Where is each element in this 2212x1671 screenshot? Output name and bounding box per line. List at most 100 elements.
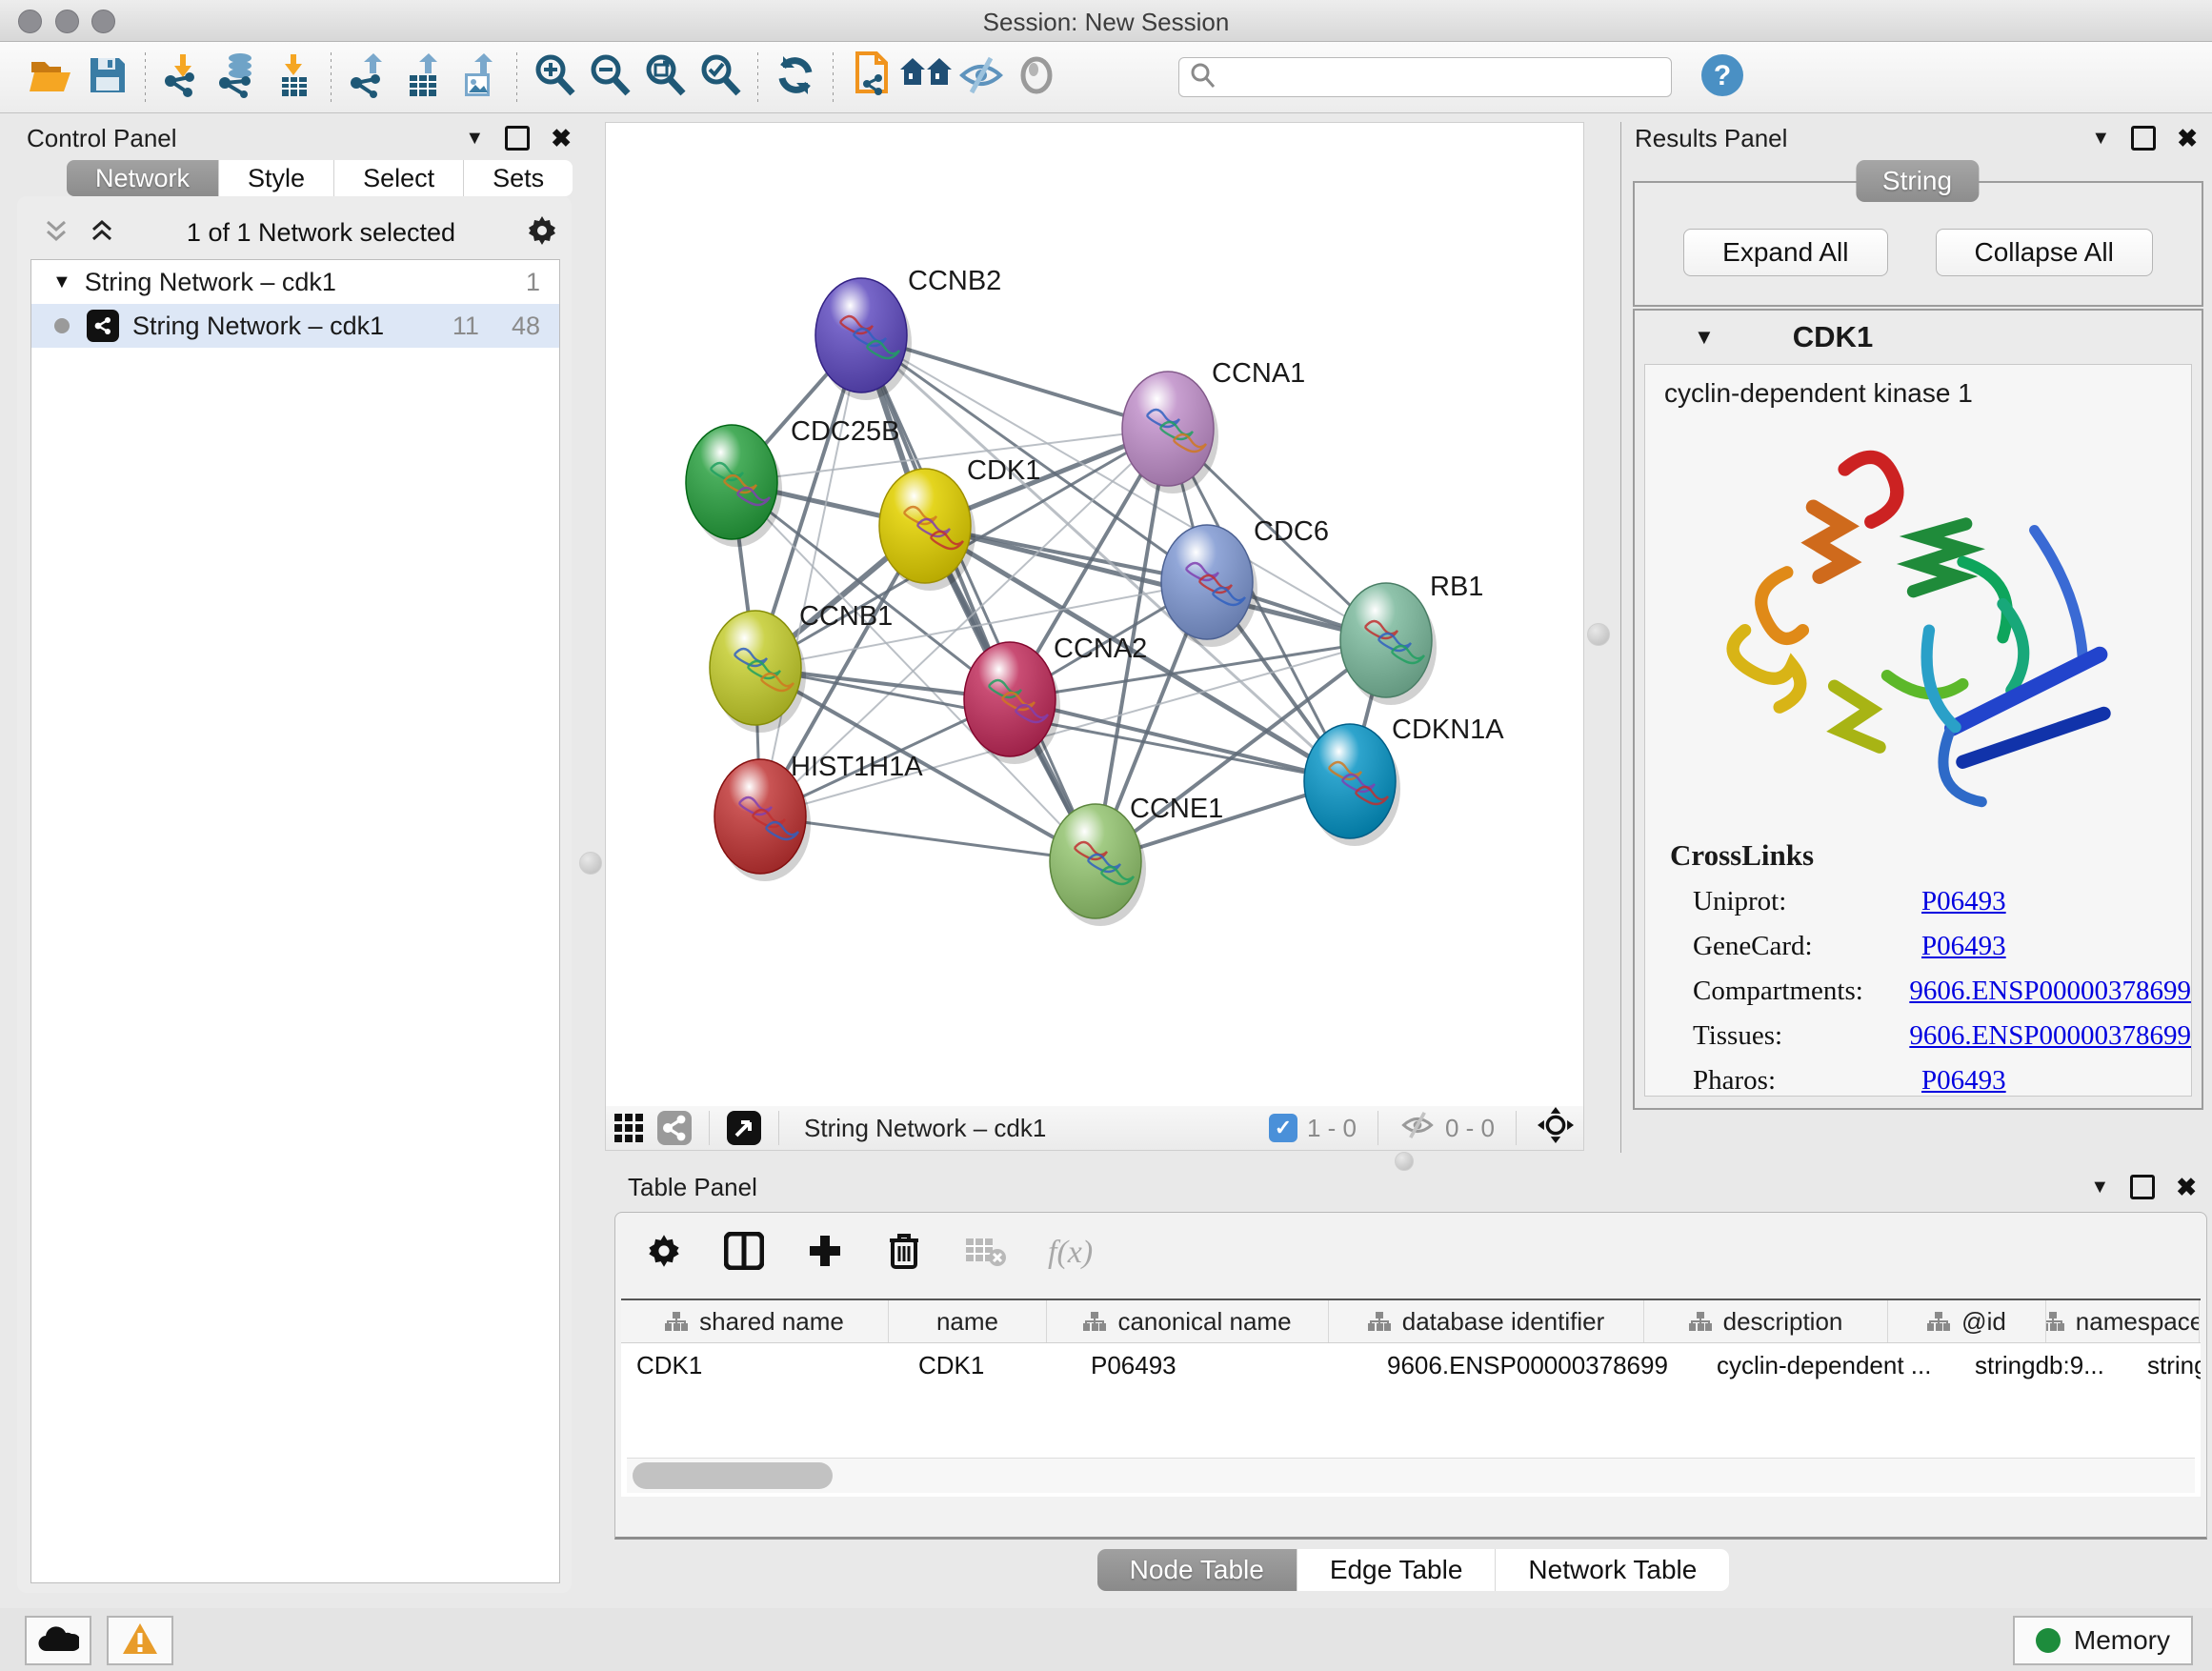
refresh-button[interactable] [768,50,823,104]
zoom-fit-button[interactable] [637,50,693,104]
export-image-button[interactable] [452,50,507,104]
import-table-button[interactable] [266,50,321,104]
network-node-CDK1[interactable]: CDK1 [879,455,1040,591]
import-network-button[interactable] [155,50,211,104]
column-header-@id[interactable]: @id [1888,1300,2046,1342]
network-node-CDC25B[interactable]: CDC25B [686,416,899,547]
crosslink-link[interactable]: 9606.ENSP00000378699 [1909,976,2191,1007]
column-header-namespace[interactable]: namespace [2046,1300,2200,1342]
expand-all-networks-icon[interactable] [88,216,116,250]
tab-network-table[interactable]: Network Table [1496,1549,1729,1591]
bottom-splitter-grip[interactable] [1395,1152,1414,1171]
panel-close-icon[interactable]: ✖ [2177,124,2198,153]
network-collection-row[interactable]: ▼ String Network – cdk1 1 [31,260,559,304]
gene-expand-caret[interactable]: ▼ [1694,325,1715,350]
global-search-field[interactable] [1178,57,1672,97]
scrollbar-thumb[interactable] [633,1462,833,1489]
tab-style[interactable]: Style [219,160,334,196]
crosslink-link[interactable]: P06493 [1921,886,2006,917]
hide-selected-button[interactable] [954,50,1009,104]
network-edge[interactable] [861,335,1096,861]
memory-button[interactable]: Memory [2013,1616,2193,1665]
column-header-description[interactable]: description [1644,1300,1888,1342]
control-panel-tabs: Network Style Select Sets [67,160,573,196]
table-cell[interactable]: stringdb:9... [1960,1343,2132,1387]
network-node-CCNE1[interactable]: CCNE1 [1050,794,1223,926]
table-settings-gear-icon[interactable] [646,1233,682,1274]
gene-card: cyclin-dependent kinase 1 [1644,364,2192,1097]
network-node-RB1[interactable]: RB1 [1340,572,1483,705]
column-header-shared-name[interactable]: shared name [621,1300,889,1342]
network-node-CCNA2[interactable]: CCNA2 [964,634,1147,764]
table-row[interactable]: CDK1CDK1P064939606.ENSP00000378699cyclin… [621,1343,2201,1387]
show-all-button[interactable] [1009,50,1064,104]
open-in-new-window-button[interactable] [721,1101,767,1155]
export-table-button[interactable] [396,50,452,104]
tab-network[interactable]: Network [67,160,219,196]
right-splitter-grip[interactable] [1587,623,1610,646]
open-session-button[interactable] [25,50,80,104]
network-options-gear-icon[interactable] [526,214,558,252]
share-document-button[interactable] [843,50,898,104]
collection-expand-caret[interactable]: ▼ [52,272,71,293]
crosslink-link[interactable]: P06493 [1921,931,2006,962]
panel-menu-icon[interactable]: ▼ [465,128,484,150]
network-edge[interactable] [760,335,861,816]
zoom-selected-button[interactable] [693,50,748,104]
network-node-CDC6[interactable]: CDC6 [1161,516,1329,647]
horizontal-scrollbar[interactable] [627,1458,2195,1493]
add-column-plus-icon[interactable] [806,1232,844,1275]
network-node-HIST1H1A[interactable]: HIST1H1A [714,752,923,881]
tab-node-table[interactable]: Node Table [1097,1549,1297,1591]
tab-sets[interactable]: Sets [464,160,573,196]
table-cell[interactable]: 9606.ENSP00000378699 [1372,1343,1701,1387]
delete-column-trash-icon[interactable] [886,1231,922,1276]
cloud-status-button[interactable] [25,1616,91,1665]
crosslink-link[interactable]: P06493 [1921,1065,2006,1097]
fit-content-crosshair-icon[interactable] [1538,1107,1574,1150]
table-cell[interactable]: P06493 [1076,1343,1372,1387]
panel-float-icon[interactable] [2131,126,2156,151]
expand-all-button[interactable]: Expand All [1683,229,1887,276]
warnings-button[interactable] [107,1616,173,1665]
panel-float-icon[interactable] [2130,1175,2155,1199]
tab-select[interactable]: Select [334,160,464,196]
panel-close-icon[interactable]: ✖ [551,124,572,153]
network-node-CDKN1A[interactable]: CDKN1A [1304,715,1504,846]
panel-float-icon[interactable] [505,126,530,151]
search-input[interactable] [1216,63,1639,91]
import-network-from-database-button[interactable] [211,50,266,104]
export-network-button[interactable] [341,50,396,104]
table-cell[interactable]: CDK1 [621,1343,903,1387]
network-row-selected[interactable]: String Network – cdk1 11 48 [31,304,559,348]
network-graph[interactable]: CCNB2CCNA1CDC25BCDK1CDC6RB1CCNB1CCNA2CDK… [606,123,1583,1106]
table-cell[interactable]: CDK1 [903,1343,1076,1387]
zoom-in-button[interactable] [527,50,582,104]
column-header-canonical-name[interactable]: canonical name [1047,1300,1329,1342]
node-label: HIST1H1A [791,752,923,782]
panel-menu-icon[interactable]: ▼ [2090,1177,2109,1198]
panel-close-icon[interactable]: ✖ [2176,1173,2197,1202]
network-canvas[interactable]: CCNB2CCNA1CDC25BCDK1CDC6RB1CCNB1CCNA2CDK… [605,122,1584,1107]
hidden-eye-slash-icon[interactable] [1399,1110,1436,1147]
birds-eye-view-button[interactable] [606,1101,652,1155]
panel-menu-icon[interactable]: ▼ [2091,128,2110,150]
tab-string[interactable]: String [1856,160,1979,202]
save-session-button[interactable] [80,50,135,104]
collapse-all-button[interactable]: Collapse All [1936,229,2153,276]
home-button[interactable] [898,50,954,104]
crosslink-link[interactable]: 9606.ENSP00000378699 [1909,1020,2191,1052]
left-splitter-grip[interactable] [579,852,602,875]
column-header-name[interactable]: name [889,1300,1047,1342]
zoom-out-button[interactable] [582,50,637,104]
show-columns-icon[interactable] [724,1232,764,1275]
network-node-CCNB1[interactable]: CCNB1 [710,601,893,733]
table-cell[interactable]: stringdb [2132,1343,2201,1387]
selected-checkbox-icon[interactable]: ✓ [1269,1114,1297,1142]
tab-edge-table[interactable]: Edge Table [1297,1549,1497,1591]
collapse-all-networks-icon[interactable] [42,216,70,250]
column-header-database-identifier[interactable]: database identifier [1329,1300,1644,1342]
network-share-button[interactable] [652,1101,697,1155]
help-button[interactable]: ? [1695,50,1750,104]
table-cell[interactable]: cyclin-dependent ... [1701,1343,1960,1387]
